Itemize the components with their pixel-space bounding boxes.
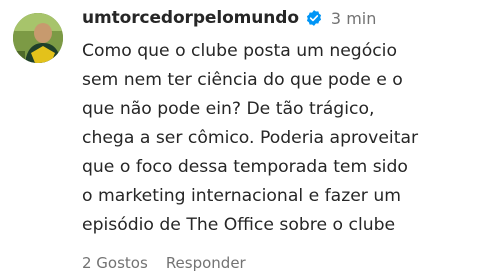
- comment-text-line: que não pode ein? De tão trágico,: [82, 99, 375, 119]
- comment-text-line: chega a ser cômico. Poderia aproveitar: [82, 128, 419, 148]
- avatar[interactable]: [13, 13, 63, 63]
- username[interactable]: umtorcedorpelomundo: [82, 8, 299, 28]
- comment-text-line: o marketing internacional e fazer um: [82, 186, 401, 206]
- comment-text: Como que o clube posta um negócio sem ne…: [82, 37, 494, 240]
- comment-text-line: Como que o clube posta um negócio: [82, 41, 397, 61]
- comment-text-line: que o foco dessa temporada tem sido: [82, 157, 408, 177]
- comment: umtorcedorpelomundo 3 min Como que o clu…: [0, 0, 500, 280]
- comment-actions: 2 Gostos Responder: [82, 252, 246, 274]
- comment-time[interactable]: 3 min: [331, 9, 376, 28]
- comment-text-line: sem nem ter ciência do que pode e o: [82, 70, 403, 90]
- verified-badge-icon: [305, 9, 323, 27]
- avatar-photo: [13, 13, 63, 63]
- comment-text-line: episódio de The Office sobre o clube: [82, 215, 396, 235]
- comment-header: umtorcedorpelomundo 3 min: [82, 4, 376, 32]
- likes-count-button[interactable]: 2 Gostos: [82, 254, 148, 272]
- reply-button[interactable]: Responder: [166, 254, 246, 272]
